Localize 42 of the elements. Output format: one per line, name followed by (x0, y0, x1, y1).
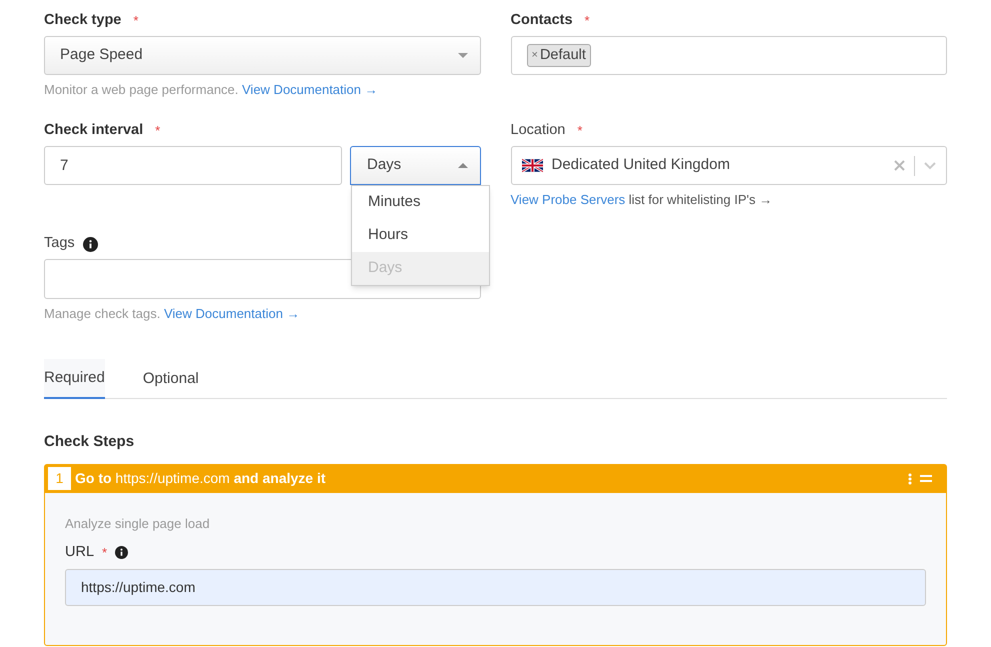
step-title: Go to https://uptime.com and analyze it (75, 469, 327, 488)
url-input[interactable]: https://uptime.com (65, 568, 926, 606)
required-asterisk: * (584, 12, 590, 30)
field-label: Check interval (44, 121, 144, 140)
drag-handle-icon[interactable] (920, 475, 932, 482)
interval-input[interactable]: 7 (44, 146, 342, 185)
clear-icon[interactable] (894, 160, 905, 171)
field-label: URL (65, 543, 94, 562)
required-asterisk: * (102, 544, 108, 562)
help-text: Monitor a web page performance. View Documentation → (44, 82, 379, 98)
help-text: View Probe Servers list for whitelisting IP's → (510, 192, 774, 208)
caret-icon (458, 53, 468, 58)
dropdown-option[interactable]: Minutes (352, 186, 489, 219)
documentation-link[interactable]: View Documentation → (164, 306, 300, 321)
check-type-select[interactable]: Page Speed (44, 36, 480, 75)
info-icon (82, 236, 98, 252)
field-label: Tags (44, 234, 75, 254)
contacts-field[interactable]: ×Default (510, 36, 947, 75)
required-asterisk: * (577, 122, 582, 140)
required-asterisk: * (155, 122, 160, 140)
location-select[interactable]: Dedicated United Kingdom (510, 146, 947, 185)
remove-tag-button[interactable]: × (532, 47, 538, 64)
documentation-link[interactable]: View Documentation → (242, 82, 378, 97)
unit-select[interactable]: Days (350, 146, 480, 185)
step-description: Analyze single page load (65, 514, 211, 533)
field-label: Check type (44, 11, 122, 30)
tab[interactable]: Required (44, 359, 105, 399)
section-title: Check Steps (44, 432, 136, 452)
dropdown-option[interactable]: Hours (352, 219, 489, 252)
help-text: Manage check tags. View Documentation → (44, 306, 301, 322)
field-label: Location (510, 121, 566, 140)
contact-tag: ×Default (526, 44, 591, 67)
caret-icon (458, 163, 468, 168)
chevron-down-icon[interactable] (924, 162, 936, 170)
info-icon (115, 546, 128, 560)
uk-flag-icon (522, 158, 542, 173)
required-asterisk: * (133, 12, 138, 30)
field-label: Contacts (510, 11, 573, 30)
tab[interactable]: Optional (142, 359, 199, 399)
step-number: 1 (48, 467, 71, 490)
probe-servers-link[interactable]: View Probe Servers (510, 192, 626, 207)
kebab-menu-icon[interactable] (908, 472, 912, 484)
